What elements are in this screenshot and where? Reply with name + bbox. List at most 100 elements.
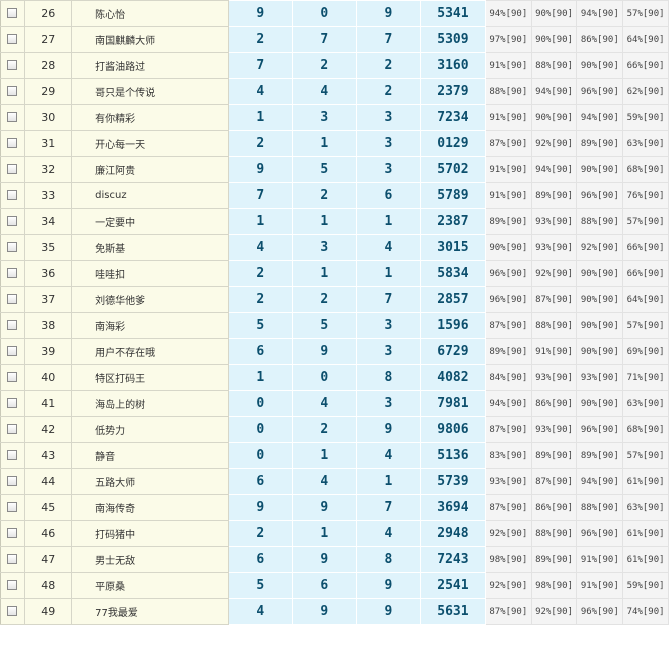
code-value: 5136 — [419, 442, 486, 469]
table-row: 44 五路大师 6 4 1 5739 93%[90] 87%[90] 94%[90] 61%[90… — [0, 468, 669, 495]
code-value: 9806 — [419, 416, 486, 443]
ranking-table-body: 26 陈心怡 9 0 9 5341 94%[90] 90%[90] 94%[90] 57%[90]… — [0, 0, 669, 625]
digit-b: 4 — [291, 468, 357, 495]
row-checkbox[interactable] — [7, 8, 17, 18]
stat-2: 88%[90] — [530, 520, 578, 547]
code-value: 2541 — [419, 572, 486, 599]
digit-b: 1 — [291, 130, 357, 157]
stat-3: 89%[90] — [576, 442, 624, 469]
stat-4: 66%[90] — [622, 260, 669, 287]
digit-b: 1 — [291, 208, 357, 235]
stat-4: 57%[90] — [622, 208, 669, 235]
row-number: 44 — [24, 468, 73, 495]
row-checkbox[interactable] — [7, 34, 17, 44]
digit-a: 1 — [227, 104, 293, 131]
row-checkbox[interactable] — [7, 216, 17, 226]
row-checkbox[interactable] — [7, 60, 17, 70]
code-value: 5341 — [419, 0, 486, 27]
code-value: 5702 — [419, 156, 486, 183]
row-number: 40 — [24, 364, 73, 391]
select-cell — [0, 390, 26, 417]
stat-1: 94%[90] — [484, 390, 532, 417]
row-checkbox[interactable] — [7, 320, 17, 330]
row-checkbox[interactable] — [7, 138, 17, 148]
username: 静音 — [71, 442, 229, 469]
row-number: 43 — [24, 442, 73, 469]
row-number: 34 — [24, 208, 73, 235]
stat-2: 92%[90] — [530, 130, 578, 157]
row-checkbox[interactable] — [7, 476, 17, 486]
row-checkbox[interactable] — [7, 268, 17, 278]
digit-b: 5 — [291, 312, 357, 339]
table-row: 29 哥只是个传说 4 4 2 2379 88%[90] 94%[90] 96%[90] 62%[… — [0, 78, 669, 105]
username: 打码猪中 — [71, 520, 229, 547]
username: 开心每一天 — [71, 130, 229, 157]
row-checkbox[interactable] — [7, 372, 17, 382]
row-number: 26 — [24, 0, 73, 27]
username: 刘德华他爹 — [71, 286, 229, 313]
username: 低势力 — [71, 416, 229, 443]
stat-2: 90%[90] — [530, 26, 578, 53]
username: 免斯基 — [71, 234, 229, 261]
digit-b: 0 — [291, 0, 357, 27]
stat-2: 98%[90] — [530, 572, 578, 599]
row-checkbox[interactable] — [7, 450, 17, 460]
digit-c: 3 — [355, 104, 421, 131]
row-checkbox[interactable] — [7, 606, 17, 616]
stat-3: 91%[90] — [576, 572, 624, 599]
row-checkbox[interactable] — [7, 554, 17, 564]
digit-c: 3 — [355, 312, 421, 339]
digit-a: 2 — [227, 260, 293, 287]
stat-2: 87%[90] — [530, 286, 578, 313]
digit-a: 6 — [227, 468, 293, 495]
stat-1: 88%[90] — [484, 78, 532, 105]
stat-4: 71%[90] — [622, 364, 669, 391]
stat-1: 89%[90] — [484, 208, 532, 235]
code-value: 2857 — [419, 286, 486, 313]
select-cell — [0, 130, 26, 157]
digit-c: 4 — [355, 234, 421, 261]
digit-a: 2 — [227, 286, 293, 313]
row-number: 29 — [24, 78, 73, 105]
username: 打酱油路过 — [71, 52, 229, 79]
stat-3: 96%[90] — [576, 416, 624, 443]
row-checkbox[interactable] — [7, 502, 17, 512]
table-row: 49 77我最爱 4 9 9 5631 87%[90] 92%[90] 96%[90] 74%[9… — [0, 598, 669, 625]
stat-4: 61%[90] — [622, 520, 669, 547]
row-checkbox[interactable] — [7, 190, 17, 200]
digit-c: 9 — [355, 572, 421, 599]
stat-4: 63%[90] — [622, 390, 669, 417]
row-number: 42 — [24, 416, 73, 443]
username: 用户不存在哦 — [71, 338, 229, 365]
digit-c: 1 — [355, 468, 421, 495]
table-row: 43 静音 0 1 4 5136 83%[90] 89%[90] 89%[90] 57%[90] — [0, 442, 669, 469]
row-checkbox[interactable] — [7, 112, 17, 122]
select-cell — [0, 0, 26, 27]
row-checkbox[interactable] — [7, 528, 17, 538]
row-checkbox[interactable] — [7, 398, 17, 408]
stat-4: 57%[90] — [622, 312, 669, 339]
select-cell — [0, 26, 26, 53]
stat-3: 96%[90] — [576, 598, 624, 625]
username: 哥只是个传说 — [71, 78, 229, 105]
digit-c: 2 — [355, 52, 421, 79]
digit-b: 4 — [291, 390, 357, 417]
stat-3: 91%[90] — [576, 546, 624, 573]
row-checkbox[interactable] — [7, 86, 17, 96]
row-checkbox[interactable] — [7, 294, 17, 304]
stat-2: 91%[90] — [530, 338, 578, 365]
stat-4: 76%[90] — [622, 182, 669, 209]
row-number: 41 — [24, 390, 73, 417]
row-number: 32 — [24, 156, 73, 183]
row-checkbox[interactable] — [7, 424, 17, 434]
select-cell — [0, 208, 26, 235]
row-checkbox[interactable] — [7, 164, 17, 174]
select-cell — [0, 338, 26, 365]
row-checkbox[interactable] — [7, 580, 17, 590]
stat-1: 94%[90] — [484, 0, 532, 27]
username: 特区打码王 — [71, 364, 229, 391]
row-checkbox[interactable] — [7, 242, 17, 252]
stat-1: 96%[90] — [484, 260, 532, 287]
row-checkbox[interactable] — [7, 346, 17, 356]
digit-a: 6 — [227, 338, 293, 365]
